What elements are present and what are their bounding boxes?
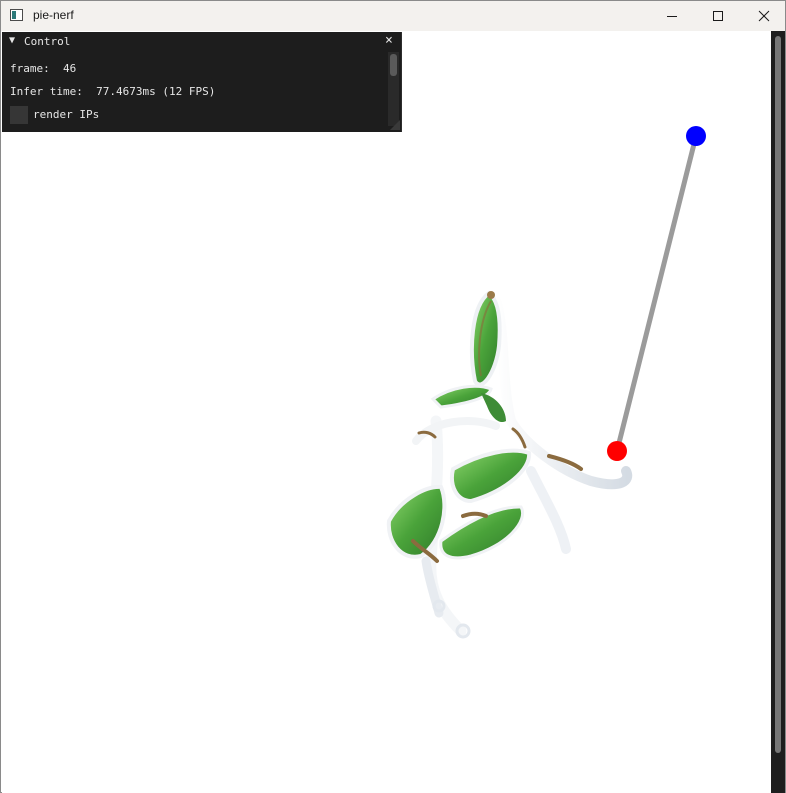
panel-scrollbar-thumb[interactable] xyxy=(390,54,397,76)
chair-model[interactable] xyxy=(386,290,633,639)
panel-scrollbar[interactable] xyxy=(388,52,399,126)
window-title: pie-nerf xyxy=(33,8,74,22)
triangle-down-icon[interactable]: ▼ xyxy=(9,35,15,46)
infer-time-label: Infer time: xyxy=(10,85,83,98)
render-ips-checkbox[interactable] xyxy=(10,106,28,124)
infer-time-readout: Infer time: 77.4673ms (12 FPS) xyxy=(10,85,215,98)
drag-handle[interactable] xyxy=(607,126,706,461)
maximize-button[interactable] xyxy=(695,1,741,31)
infer-time-value: 77.4673ms (12 FPS) xyxy=(96,85,216,98)
handle-end-point xyxy=(686,126,706,146)
frame-readout: frame: 46 xyxy=(10,62,76,75)
maximize-icon xyxy=(713,11,723,21)
scrollbar-thumb[interactable] xyxy=(775,36,781,753)
render-viewport[interactable] xyxy=(2,31,772,793)
frame-value: 46 xyxy=(63,62,77,75)
render-ips-label[interactable]: render IPs xyxy=(33,108,99,121)
handle-line xyxy=(614,133,699,454)
control-panel: ▼ Control × frame: 46 Infer time: 77.467… xyxy=(2,32,402,132)
minimize-button[interactable] xyxy=(649,1,695,31)
minimize-icon xyxy=(667,16,677,17)
app-window: pie-nerf ▼ Control × frame: 46 Infer tim… xyxy=(0,0,786,793)
close-button[interactable] xyxy=(741,1,786,31)
resize-grip-icon[interactable] xyxy=(390,120,400,130)
viewport-scrollbar[interactable] xyxy=(771,31,785,793)
control-panel-header[interactable]: ▼ Control × xyxy=(2,32,402,51)
frame-label: frame: xyxy=(10,62,50,75)
close-icon xyxy=(758,10,770,22)
handle-start-point xyxy=(607,441,627,461)
title-bar[interactable]: pie-nerf xyxy=(1,1,785,31)
control-panel-title: Control xyxy=(24,35,71,48)
panel-close-icon[interactable]: × xyxy=(385,33,393,48)
app-window-icon xyxy=(10,9,23,21)
scene-canvas xyxy=(386,126,706,639)
